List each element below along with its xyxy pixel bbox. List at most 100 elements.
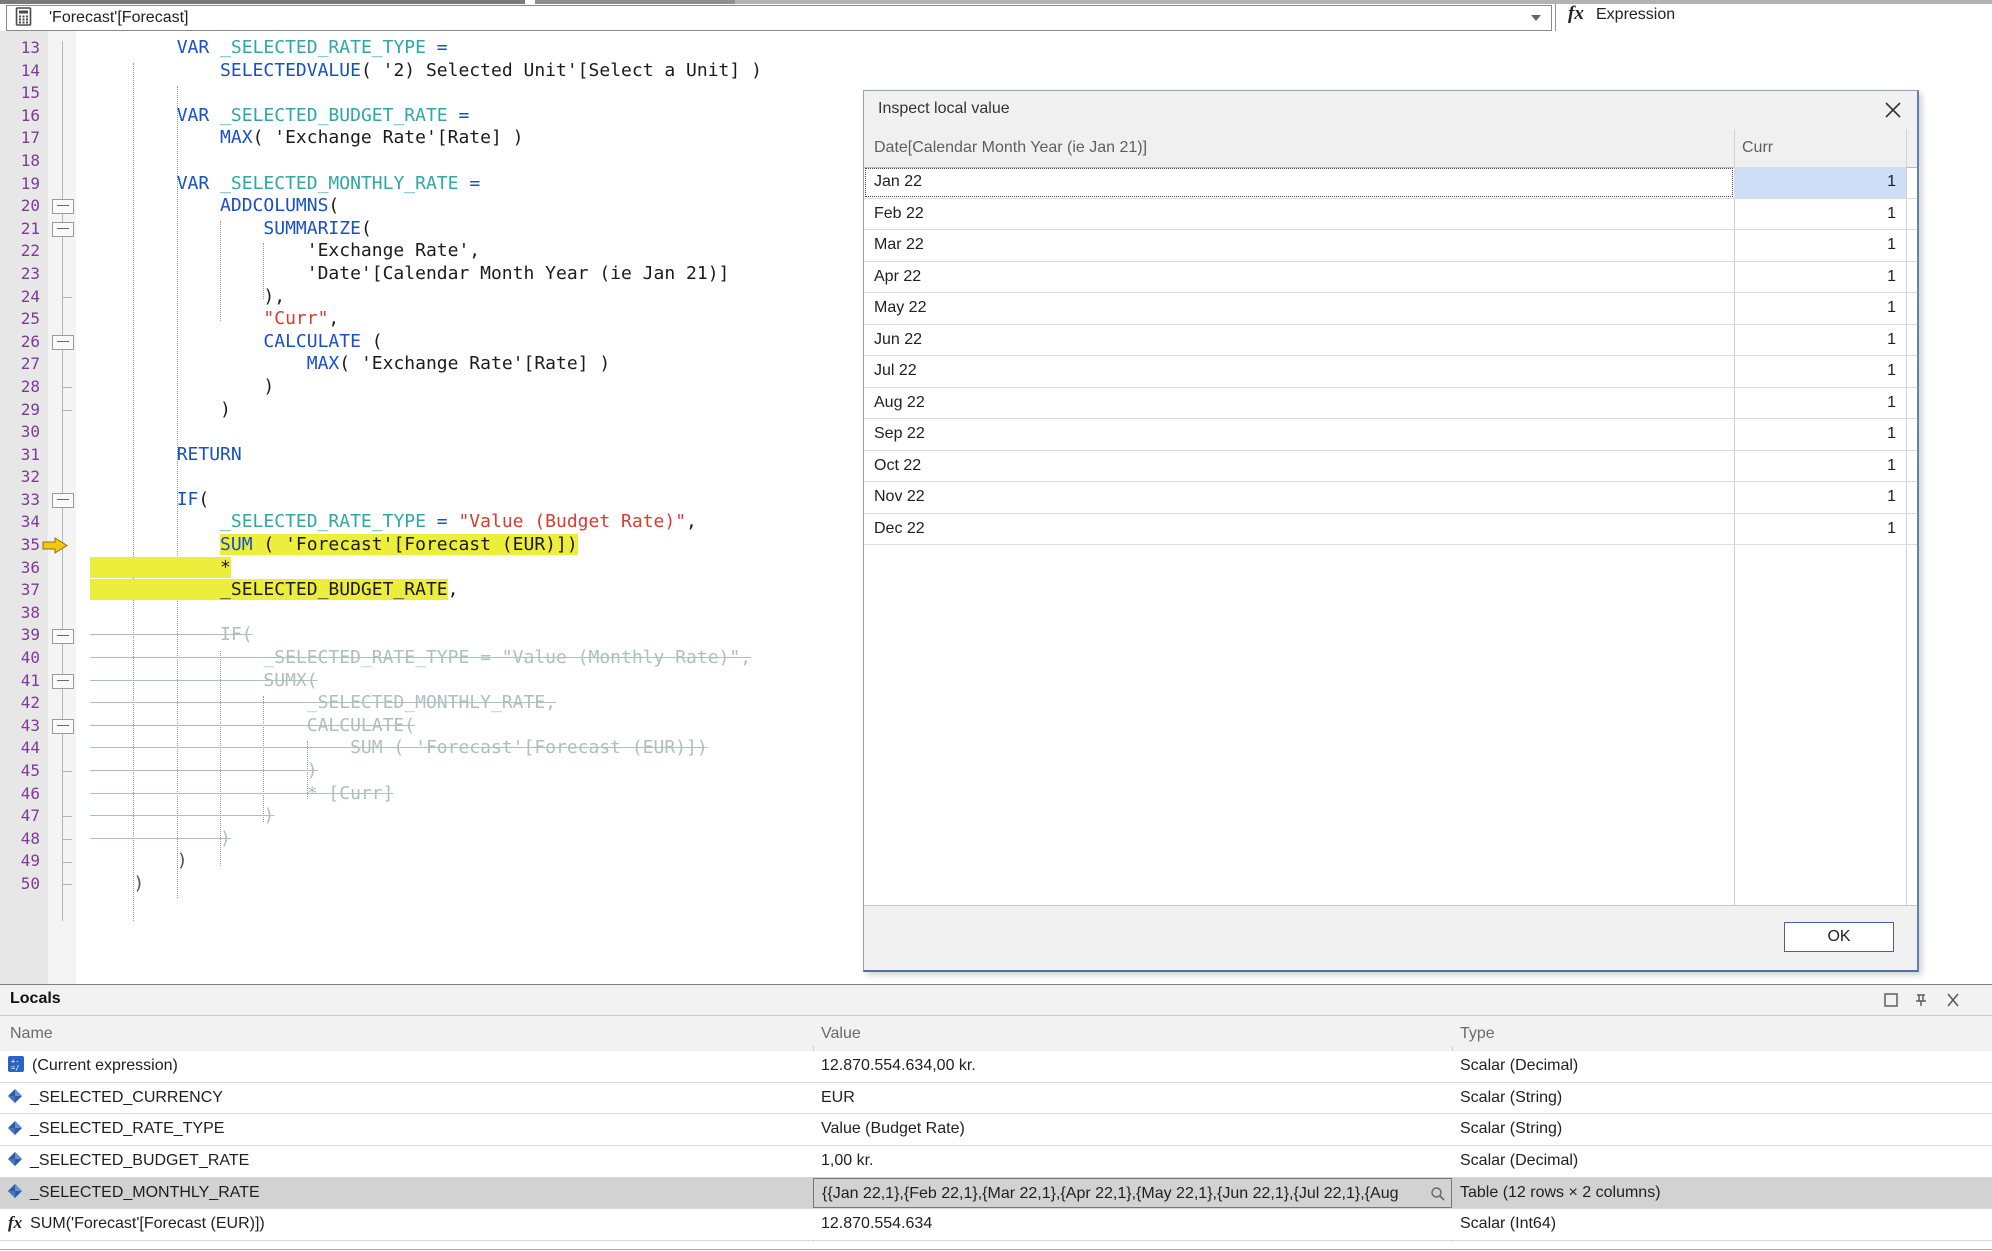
table-row[interactable]: Mar 221 [864, 230, 1917, 262]
code-line-21[interactable]: SUMMARIZE( [90, 218, 762, 241]
code-line-38[interactable] [90, 602, 762, 625]
table-row[interactable]: Feb 221 [864, 199, 1917, 231]
local-name-cell[interactable]: _SELECTED_CURRENCY [0, 1083, 813, 1114]
locals-row[interactable]: fxSUM('Forecast'[Forecast (EUR)])12.870.… [0, 1209, 1992, 1241]
locals-row[interactable]: _SELECTED_RATE_TYPEValue (Budget Rate)Sc… [0, 1114, 1992, 1146]
code-line-26[interactable]: CALCULATE ( [90, 331, 762, 354]
local-value-cell[interactable]: 1,00 kr. [813, 1146, 1452, 1177]
curr-value-cell[interactable]: 1 [1734, 325, 1906, 356]
code-line-42[interactable]: _SELECTED_MONTHLY_RATE, [90, 692, 762, 715]
code-line-31[interactable]: RETURN [90, 444, 762, 467]
curr-value-cell[interactable]: 1 [1734, 293, 1906, 324]
code-line-37[interactable]: _SELECTED_BUDGET_RATE, [90, 579, 762, 602]
curr-value-cell[interactable]: 1 [1734, 262, 1906, 293]
locals-row[interactable]: _SELECTED_BUDGET_RATE1,00 kr.Scalar (Dec… [0, 1146, 1992, 1178]
dialog-title-bar[interactable]: Inspect local value [864, 91, 1917, 130]
code-line-46[interactable]: * [Curr] [90, 783, 762, 806]
curr-value-cell[interactable]: 1 [1734, 419, 1906, 450]
locals-row[interactable]: _SELECTED_MONTHLY_RATE{{Jan 22,1},{Feb 2… [0, 1178, 1992, 1210]
code-line-23[interactable]: 'Date'[Calendar Month Year (ie Jan 21)] [90, 263, 762, 286]
code-line-32[interactable] [90, 466, 762, 489]
code-line-50[interactable]: ) [90, 873, 762, 896]
fold-collapse-box[interactable] [52, 674, 74, 689]
month-cell[interactable]: Nov 22 [864, 482, 1734, 513]
local-value-cell[interactable]: 12.870.554.634,00 kr. [813, 1051, 1452, 1082]
table-row[interactable]: Jul 221 [864, 356, 1917, 388]
code-line-33[interactable]: IF( [90, 489, 762, 512]
code-line-14[interactable]: SELECTEDVALUE( '2) Selected Unit'[Select… [90, 60, 762, 83]
curr-value-cell[interactable]: 1 [1734, 451, 1906, 482]
code-line-30[interactable] [90, 421, 762, 444]
code-line-25[interactable]: "Curr", [90, 308, 762, 331]
table-row[interactable]: Sep 221 [864, 419, 1917, 451]
month-cell[interactable]: Jul 22 [864, 356, 1734, 387]
fold-collapse-box[interactable] [52, 199, 74, 214]
local-name-cell[interactable]: +-=/(Current expression) [0, 1051, 813, 1082]
code-line-44[interactable]: SUM ( 'Forecast'[Forecast (EUR)]) [90, 737, 762, 760]
month-cell[interactable]: Dec 22 [864, 514, 1734, 545]
curr-value-cell[interactable]: 1 [1734, 388, 1906, 419]
fold-collapse-box[interactable] [52, 335, 74, 350]
table-row[interactable]: Nov 221 [864, 482, 1917, 514]
code-line-17[interactable]: MAX( 'Exchange Rate'[Rate] ) [90, 127, 762, 150]
table-row[interactable]: Dec 221 [864, 514, 1917, 546]
code-line-35[interactable]: SUM ( 'Forecast'[Forecast (EUR)]) [90, 534, 762, 557]
curr-value-cell[interactable]: 1 [1734, 514, 1906, 545]
local-name-cell[interactable]: _SELECTED_BUDGET_RATE [0, 1146, 813, 1177]
code-line-36[interactable]: * [90, 557, 762, 580]
locals-row[interactable]: +-=/(Current expression)12.870.554.634,0… [0, 1051, 1992, 1083]
ok-button[interactable]: OK [1784, 922, 1894, 952]
code-line-28[interactable]: ) [90, 376, 762, 399]
code-line-16[interactable]: VAR _SELECTED_BUDGET_RATE = [90, 105, 762, 128]
code-line-41[interactable]: SUMX( [90, 670, 762, 693]
code-line-19[interactable]: VAR _SELECTED_MONTHLY_RATE = [90, 173, 762, 196]
local-name-cell[interactable]: _SELECTED_MONTHLY_RATE [0, 1178, 813, 1209]
curr-value-cell[interactable]: 1 [1734, 356, 1906, 387]
magnifier-icon[interactable] [1430, 1186, 1446, 1202]
pin-icon[interactable] [1912, 992, 1930, 1008]
code-line-49[interactable]: ) [90, 850, 762, 873]
fold-collapse-box[interactable] [52, 493, 74, 508]
curr-value-cell[interactable]: 1 [1734, 230, 1906, 261]
month-cell[interactable]: Feb 22 [864, 199, 1734, 230]
local-value-cell[interactable]: EUR [813, 1083, 1452, 1114]
fold-collapse-box[interactable] [52, 222, 74, 237]
code-line-24[interactable]: ), [90, 286, 762, 309]
fold-collapse-box[interactable] [52, 719, 74, 734]
fold-collapse-box[interactable] [52, 629, 74, 644]
table-row[interactable]: Aug 221 [864, 388, 1917, 420]
code-line-34[interactable]: _SELECTED_RATE_TYPE = "Value (Budget Rat… [90, 511, 762, 534]
code-line-39[interactable]: IF( [90, 624, 762, 647]
curr-value-cell[interactable]: 1 [1734, 482, 1906, 513]
month-cell[interactable]: Mar 22 [864, 230, 1734, 261]
month-cell[interactable]: Jun 22 [864, 325, 1734, 356]
maximize-icon[interactable] [1882, 992, 1900, 1008]
code-lines[interactable]: VAR _SELECTED_RATE_TYPE = SELECTEDVALUE(… [90, 37, 762, 896]
close-icon[interactable] [1944, 992, 1962, 1008]
locals-row[interactable]: _SELECTED_CURRENCYEURScalar (String) [0, 1083, 1992, 1115]
code-line-43[interactable]: CALCULATE( [90, 715, 762, 738]
month-cell[interactable]: Jan 22 [864, 167, 1734, 198]
code-line-45[interactable]: ) [90, 760, 762, 783]
table-row[interactable]: Jan 221 [864, 167, 1917, 199]
code-line-27[interactable]: MAX( 'Exchange Rate'[Rate] ) [90, 353, 762, 376]
local-value-cell[interactable]: 12.870.554.634 [813, 1209, 1452, 1240]
code-line-29[interactable]: ) [90, 399, 762, 422]
table-row[interactable]: Jun 221 [864, 325, 1917, 357]
code-line-22[interactable]: 'Exchange Rate', [90, 240, 762, 263]
expression-selector-dropdown[interactable]: 'Forecast'[Forecast] [6, 5, 1552, 31]
code-line-47[interactable]: ) [90, 805, 762, 828]
curr-value-cell[interactable]: 1 [1734, 199, 1906, 230]
local-value-cell[interactable]: Value (Budget Rate) [813, 1114, 1452, 1145]
month-cell[interactable]: Apr 22 [864, 262, 1734, 293]
month-cell[interactable]: Aug 22 [864, 388, 1734, 419]
table-row[interactable]: Oct 221 [864, 451, 1917, 483]
month-cell[interactable]: Oct 22 [864, 451, 1734, 482]
local-name-cell[interactable]: _SELECTED_RATE_TYPE [0, 1114, 813, 1145]
month-cell[interactable]: May 22 [864, 293, 1734, 324]
table-row[interactable]: Apr 221 [864, 262, 1917, 294]
code-line-20[interactable]: ADDCOLUMNS( [90, 195, 762, 218]
local-name-cell[interactable]: fxSUM('Forecast'[Forecast (EUR)]) [0, 1209, 813, 1240]
close-icon[interactable] [1883, 100, 1903, 120]
code-line-48[interactable]: ) [90, 828, 762, 851]
